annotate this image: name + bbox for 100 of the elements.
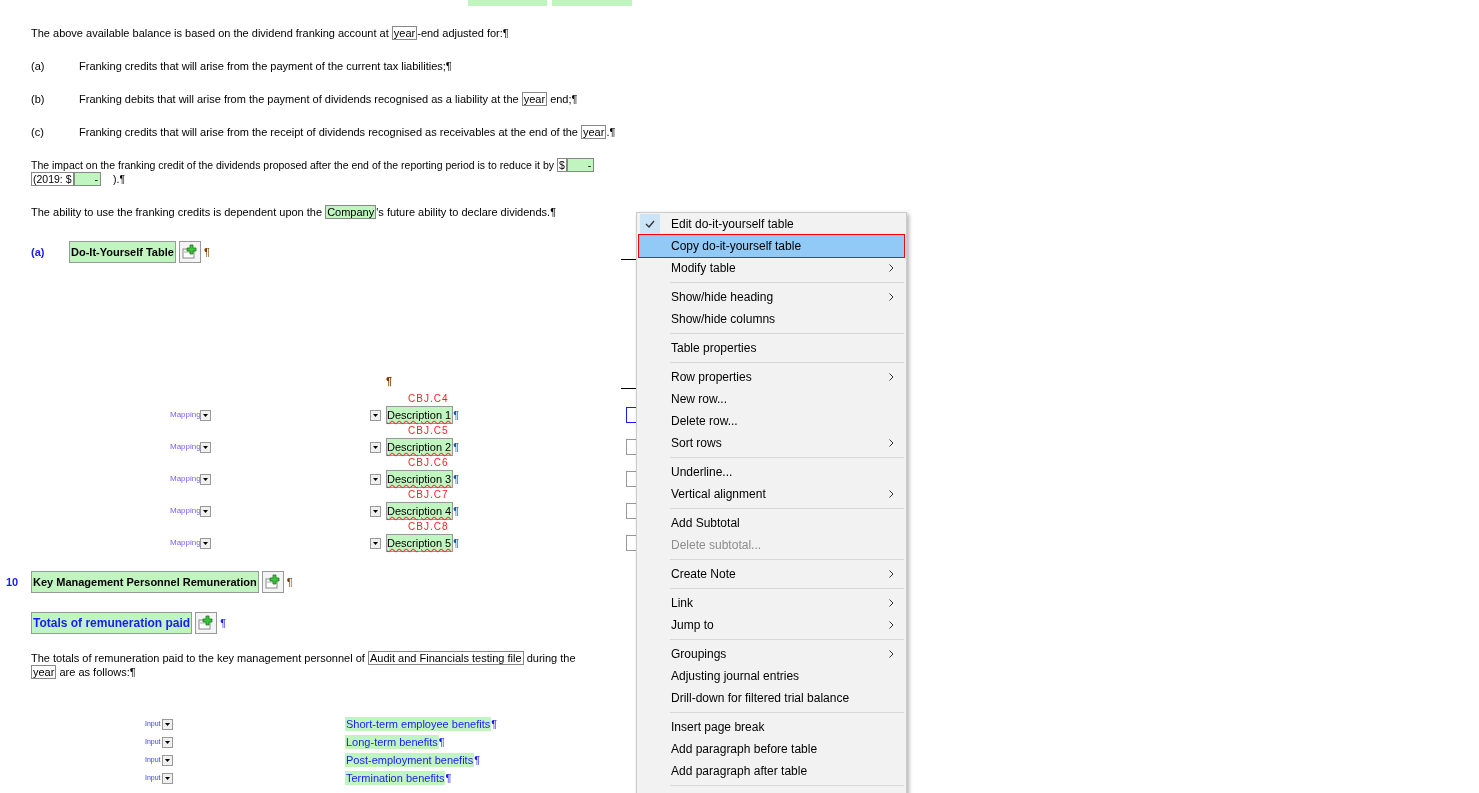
caret-icon: [373, 413, 378, 417]
menu-item[interactable]: Jump to: [639, 614, 904, 636]
menu-item[interactable]: Drill-down for filtered trial balance: [639, 687, 904, 709]
list-label: (a): [31, 59, 46, 73]
caret-icon: [203, 477, 208, 481]
list-label: (b): [31, 92, 46, 106]
menu-item[interactable]: Delete row...: [639, 410, 904, 432]
table-heading: Do-It-Yourself Table: [69, 241, 176, 263]
account-code: CBJ.C6: [408, 457, 449, 469]
chevron-right-icon: [889, 373, 894, 381]
menu-item[interactable]: Show/hide columns: [639, 308, 904, 330]
inline-field[interactable]: (2019: $: [31, 172, 74, 186]
menu-item[interactable]: Table properties: [639, 337, 904, 359]
caret-icon: [165, 722, 170, 726]
paragraph: The totals of remuneration paid to the key management personnel of Audit and Financials testing file during the year are as follows:¶: [31, 651, 577, 679]
add-table-button[interactable]: [195, 612, 218, 634]
inline-field[interactable]: Company: [325, 205, 377, 219]
dropdown-button[interactable]: [200, 441, 211, 453]
menu-item[interactable]: Add paragraph after table: [639, 760, 904, 782]
menu-item[interactable]: Add paragraph before table: [639, 738, 904, 760]
benefit-label: Short-term employee benefits: [345, 717, 492, 731]
menu-item[interactable]: Edit do-it-yourself table: [639, 213, 904, 235]
benefit-label: Termination benefits: [345, 771, 446, 785]
dropdown-button[interactable]: [162, 772, 173, 784]
menu-item[interactable]: Underline...: [639, 461, 904, 483]
chevron-right-icon: [889, 621, 894, 629]
pilcrow: ¶: [386, 375, 393, 387]
account-code: CBJ.C5: [408, 425, 449, 437]
benefit-label: Long-term benefits: [345, 735, 439, 749]
description-field[interactable]: Description 1: [386, 406, 454, 424]
dropdown-button[interactable]: [200, 473, 211, 485]
menu-item[interactable]: Create Note: [639, 563, 904, 585]
pilcrow: ¶: [474, 753, 481, 767]
caret-icon: [203, 445, 208, 449]
caret-icon: [165, 758, 170, 762]
caret-icon: [203, 413, 208, 417]
inline-field[interactable]: year: [521, 92, 548, 106]
menu-item[interactable]: Sort rows: [639, 432, 904, 454]
account-code: CBJ.C4: [408, 393, 449, 405]
list-item-text: Franking credits that will arise from the payment of the current tax liabilities;¶: [79, 59, 453, 73]
add-table-button[interactable]: [178, 241, 201, 263]
inline-field[interactable]: year: [31, 665, 57, 679]
chevron-right-icon: [889, 570, 894, 578]
menu-item[interactable]: Copy do-it-yourself table: [639, 235, 904, 257]
dropdown-button[interactable]: [162, 754, 173, 766]
description-field[interactable]: Description 5: [386, 534, 454, 552]
dropdown-button[interactable]: [162, 736, 173, 748]
inline-field[interactable]: year: [391, 26, 418, 40]
mapping-label: Mapping: [170, 473, 200, 485]
pilcrow: ¶: [438, 735, 445, 749]
pilcrow: ¶: [453, 440, 460, 454]
menu-item[interactable]: Adjusting journal entries: [639, 665, 904, 687]
menu-item[interactable]: Row properties: [639, 366, 904, 388]
menu-item[interactable]: Add Subtotal: [639, 512, 904, 534]
dropdown-button[interactable]: [370, 473, 381, 485]
caret-icon: [165, 776, 170, 780]
amount-field[interactable]: -: [566, 158, 595, 172]
description-field[interactable]: Description 4: [386, 502, 454, 520]
benefit-label: Post-employment benefits: [345, 753, 475, 767]
caret-icon: [373, 509, 378, 513]
paragraph: The impact on the franking credit of the dividends proposed after the end of the reporting period is to reduce it by $ - (2019: $ - ).¶: [31, 158, 636, 186]
menu-item[interactable]: Link: [639, 592, 904, 614]
dropdown-button[interactable]: [370, 505, 381, 517]
chevron-right-icon: [889, 293, 894, 301]
dropdown-button[interactable]: [200, 505, 211, 517]
chevron-right-icon: [889, 599, 894, 607]
heading-label: (a): [31, 245, 46, 259]
dropdown-button[interactable]: [370, 441, 381, 453]
dropdown-button[interactable]: [370, 409, 381, 421]
caret-icon: [165, 740, 170, 744]
account-code: CBJ.C7: [408, 489, 449, 501]
description-field[interactable]: Description 2: [386, 438, 454, 456]
add-table-button[interactable]: [261, 571, 284, 593]
description-field[interactable]: Description 3: [386, 470, 454, 488]
dropdown-button[interactable]: [200, 537, 211, 549]
pilcrow: ¶: [220, 616, 227, 630]
mapping-label: Mapping: [170, 441, 200, 453]
inline-field[interactable]: year: [581, 125, 607, 139]
menu-item[interactable]: Vertical alignment: [639, 483, 904, 505]
amount-field[interactable]: -: [73, 172, 102, 186]
dropdown-button[interactable]: [162, 718, 173, 730]
list-item-text: Franking debits that will arise from the payment of dividends recognised as a liability at the year end;¶: [79, 92, 579, 106]
menu-item[interactable]: Groupings: [639, 643, 904, 665]
menu-item[interactable]: Modify table: [639, 257, 904, 279]
menu-item[interactable]: Show/hide heading: [639, 286, 904, 308]
caret-icon: [203, 509, 208, 513]
add-table-icon: [198, 615, 215, 631]
dropdown-button[interactable]: [200, 409, 211, 421]
add-table-icon: [264, 574, 281, 590]
pilcrow: ¶: [453, 504, 460, 518]
pilcrow: ¶: [453, 536, 460, 550]
note-heading: Key Management Personnel Remuneration: [31, 571, 259, 593]
dropdown-button[interactable]: [370, 537, 381, 549]
list-label: (c): [31, 125, 45, 139]
inline-field[interactable]: Audit and Financials testing file: [367, 651, 524, 665]
menu-item[interactable]: Insert page break: [639, 716, 904, 738]
subheading: Totals of remuneration paid: [31, 612, 193, 634]
chevron-right-icon: [889, 490, 894, 498]
menu-item[interactable]: New row...: [639, 388, 904, 410]
inline-field[interactable]: $: [556, 158, 567, 172]
